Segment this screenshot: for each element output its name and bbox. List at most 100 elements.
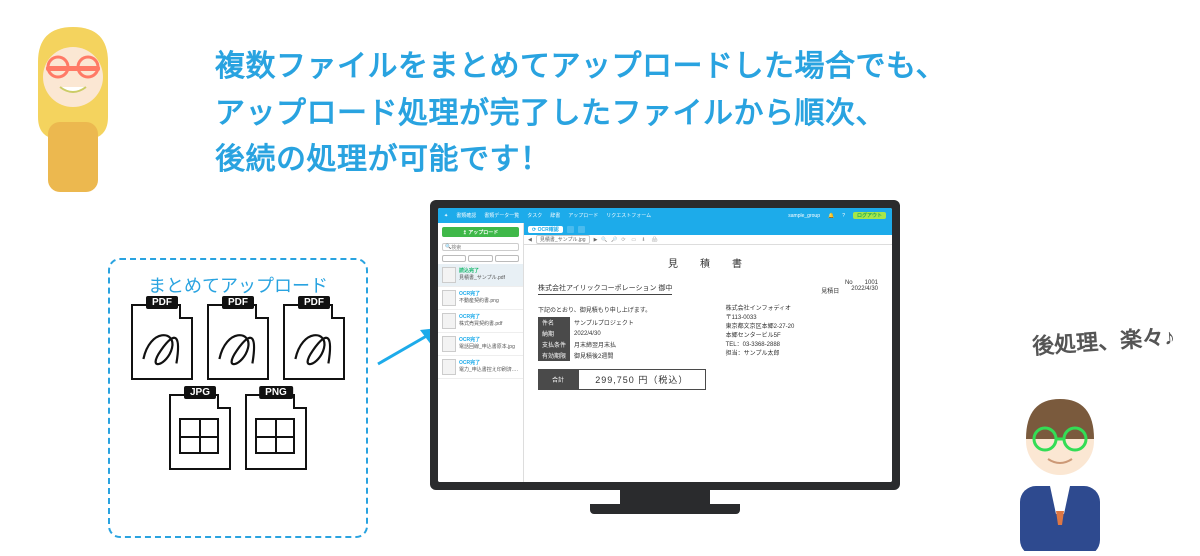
- file-name-label: 見積書_サンプル.pdf: [459, 274, 519, 281]
- nav-item[interactable]: 書類確認: [456, 212, 476, 219]
- file-type-badge: PDF: [146, 296, 178, 309]
- hero-headline: 複数ファイルをまとめてアップロードした場合でも、 アップロード処理が完了したファ…: [215, 44, 946, 184]
- avatar-man: [990, 381, 1130, 551]
- upload-button[interactable]: ↥ アップロード: [442, 227, 519, 237]
- toolbar-button[interactable]: [567, 226, 574, 233]
- file-sidebar: ↥ アップロード 🔍 検索 読込完了 見積書_サンプ: [438, 223, 524, 482]
- doc-title: 見 積 書: [538, 255, 878, 270]
- bell-icon[interactable]: 🔔: [828, 213, 834, 219]
- total-label: 合計: [538, 369, 578, 390]
- file-upload-item: JPG: [169, 394, 231, 470]
- row-value: 月末締翌月末払: [570, 339, 706, 350]
- company-addr: 東京都文京区本郷2-27-20: [726, 323, 878, 332]
- ocr-status-chip[interactable]: ⟳ OCR確認: [528, 226, 563, 233]
- rotate-icon[interactable]: ⟳: [621, 237, 627, 243]
- table-row: 有効期限御見積後2週間: [538, 350, 706, 361]
- company-bldg: 本郷センタービル5F: [726, 332, 878, 341]
- headline-line: 複数ファイルをまとめてアップロードした場合でも、: [215, 44, 946, 91]
- headline-line: 後続の処理が可能です！: [215, 137, 946, 184]
- fit-icon[interactable]: ▭: [631, 237, 637, 243]
- total-value: 299,750 円（税込）: [578, 369, 706, 390]
- speech-bubble: 後処理、楽々♪: [1031, 319, 1176, 361]
- batch-upload-title: まとめてアップロード: [120, 272, 356, 298]
- quotation-document: 見 積 書 株式会社アイリックコーポレーション 御中 No 1001 見積日: [524, 245, 892, 482]
- doc-recipient: 株式会社アイリックコーポレーション 御中: [538, 283, 672, 295]
- row-value: 御見積後2週間: [570, 350, 706, 361]
- help-icon[interactable]: ?: [842, 213, 845, 219]
- batch-upload-panel: まとめてアップロード PDF PDF PDF JPG PNG: [108, 258, 368, 538]
- table-row: 支払条件月末締翌月末払: [538, 339, 706, 350]
- row-key: 有効期限: [538, 350, 570, 361]
- sidebar-search-input[interactable]: 🔍 検索: [442, 243, 519, 251]
- file-type-badge: PDF: [298, 296, 330, 309]
- download-icon[interactable]: ⬇: [641, 237, 647, 243]
- file-thumb-icon: [442, 290, 456, 306]
- file-status-badge: OCR完了: [459, 313, 519, 320]
- monitor-illustration: ✦ 書類確認 書類データ一覧 タスク 辞書 アップロード リクエストフォーム s…: [430, 200, 900, 540]
- spreadsheet-icon: [179, 418, 219, 454]
- current-file-chip[interactable]: 見積書_サンプル.jpg: [536, 235, 590, 244]
- document-viewer: ⟳ OCR確認 ◀ 見積書_サンプル.jpg ▶ 🔍 🔎 ⟳ ▭ ⬇ 🖨: [524, 223, 892, 482]
- nav-item[interactable]: リクエストフォーム: [606, 212, 651, 219]
- sidebar-file-item[interactable]: OCR完了 電話回線_申込書原本.jpg: [438, 333, 523, 356]
- company-tel: TEL：03-3368-2888: [726, 341, 878, 350]
- filter-chip[interactable]: [468, 255, 492, 262]
- doc-details-table: 件名サンプルプロジェクト 納期2022/4/30 支払条件月末締翌月末払 有効期…: [538, 317, 706, 361]
- doc-lead-text: 下記のとおり、御見積もり申し上げます。: [538, 305, 706, 314]
- toolbar-button[interactable]: [578, 226, 585, 233]
- doc-total-row: 合計 299,750 円（税込）: [538, 369, 706, 390]
- file-name-label: 不動産契約書.png: [459, 297, 519, 304]
- file-name-label: 株式売買契約書.pdf: [459, 320, 519, 327]
- print-icon[interactable]: 🖨: [651, 237, 657, 243]
- sidebar-file-item[interactable]: 読込完了 見積書_サンプル.pdf: [438, 264, 523, 287]
- logout-button[interactable]: ログアウト: [853, 212, 886, 219]
- sidebar-file-item[interactable]: OCR完了 不動産契約書.png: [438, 287, 523, 310]
- nav-item[interactable]: 書類データ一覧: [484, 212, 519, 219]
- app-screen: ✦ 書類確認 書類データ一覧 タスク 辞書 アップロード リクエストフォーム s…: [438, 208, 892, 482]
- headline-line: アップロード処理が完了したファイルから順次、: [215, 91, 946, 138]
- sidebar-file-item[interactable]: OCR完了 電力_申込書控え印刷済.pdf: [438, 356, 523, 379]
- spreadsheet-icon: [255, 418, 295, 454]
- row-value: 2022/4/30: [570, 328, 706, 339]
- file-thumb-icon: [442, 313, 456, 329]
- chevron-right-icon[interactable]: ▶: [594, 237, 598, 243]
- file-name-label: 電話回線_申込書原本.jpg: [459, 343, 519, 350]
- file-upload-item: PDF: [283, 304, 345, 380]
- row-key: 支払条件: [538, 339, 570, 350]
- nav-item[interactable]: アップロード: [568, 212, 598, 219]
- file-upload-item: PNG: [245, 394, 307, 470]
- company-contact: 担当：サンプル太郎: [726, 350, 878, 359]
- file-status-badge: OCR完了: [459, 336, 519, 343]
- zoom-out-icon[interactable]: 🔎: [611, 237, 617, 243]
- nav-item[interactable]: 辞書: [550, 212, 560, 219]
- search-placeholder: 検索: [451, 244, 461, 251]
- file-thumb-icon: [442, 336, 456, 352]
- row-key: 件名: [538, 317, 570, 328]
- file-type-badge: PDF: [222, 296, 254, 309]
- user-label: sample_group: [788, 213, 820, 219]
- file-status-badge: OCR完了: [459, 290, 519, 297]
- doc-meta: No 1001 見積日 2022/4/30: [821, 280, 878, 295]
- table-row: 件名サンプルプロジェクト: [538, 317, 706, 328]
- zoom-in-icon[interactable]: 🔍: [601, 237, 607, 243]
- row-value: サンプルプロジェクト: [570, 317, 706, 328]
- file-status-badge: 読込完了: [459, 267, 519, 274]
- chevron-left-icon[interactable]: ◀: [528, 237, 532, 243]
- file-status-badge: OCR完了: [459, 359, 519, 366]
- table-row: 納期2022/4/30: [538, 328, 706, 339]
- company-name: 株式会社インフォディオ: [726, 305, 878, 314]
- sidebar-filter-row: [442, 255, 519, 262]
- nav-item[interactable]: タスク: [527, 212, 542, 219]
- filter-chip[interactable]: [442, 255, 466, 262]
- app-topbar: ✦ 書類確認 書類データ一覧 タスク 辞書 アップロード リクエストフォーム s…: [438, 208, 892, 223]
- sidebar-file-item[interactable]: OCR完了 株式売買契約書.pdf: [438, 310, 523, 333]
- company-zip: 〒113-0033: [726, 314, 878, 323]
- doc-meta-label: 見積日: [821, 286, 839, 295]
- doc-company-block: 株式会社インフォディオ 〒113-0033 東京都文京区本郷2-27-20 本郷…: [726, 305, 878, 390]
- viewer-toolbar: ⟳ OCR確認: [524, 223, 892, 235]
- doc-meta-value: 2022/4/30: [851, 286, 878, 295]
- file-upload-item: PDF: [207, 304, 269, 380]
- filter-chip[interactable]: [495, 255, 519, 262]
- app-logo-icon: ✦: [444, 213, 448, 219]
- avatar-woman: [18, 22, 128, 192]
